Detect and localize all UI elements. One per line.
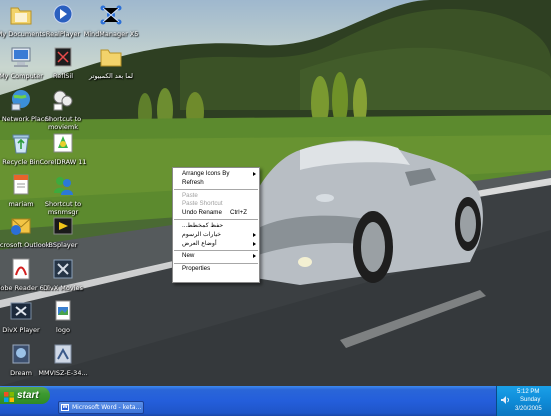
start-button-label: start (17, 390, 39, 401)
menu-item-paste-shortcut[interactable]: Paste Shortcut (173, 200, 259, 209)
menu-item-label: Paste (182, 191, 198, 199)
menu-item-drawing-options[interactable]: خيارات الرسوم (173, 231, 259, 240)
moviemaker-icon (50, 87, 76, 113)
word-icon: W (61, 404, 69, 411)
taskbar-button-microsoft-word[interactable]: W Microsoft Word - keta... (58, 401, 144, 414)
desktop-icon-label: لما بعد الكمبيوتر (88, 72, 134, 80)
divx-player-icon (8, 298, 34, 324)
submenu-arrow-icon (253, 254, 256, 259)
adobe-reader-icon (8, 256, 34, 282)
menu-item-label: أوضاع العرض (182, 239, 217, 247)
recycle-bin-icon (8, 130, 34, 156)
menu-item-label: خيارات الرسوم (182, 230, 222, 238)
menu-item-label: ...حفظ كمخطط (182, 221, 224, 229)
mindmanager-icon (98, 2, 124, 28)
desktop-icon-shortcut-msnmsgr[interactable]: Shortcut to msnmsgr (32, 172, 94, 216)
submenu-arrow-icon (253, 172, 256, 176)
desktop-icon-coreldraw[interactable]: CorelDRAW 11 (32, 130, 94, 166)
menu-item-shortcut: Ctrl+Z (229, 209, 247, 217)
submenu-arrow-icon (253, 232, 256, 237)
menu-item-label: New (182, 252, 195, 260)
menu-item-arrange-icons-by[interactable]: Arrange Icons By (173, 170, 259, 179)
menu-item-label: Arrange Icons By (182, 170, 230, 177)
document-icon (8, 172, 34, 198)
desktop-icon-divx-movies[interactable]: DivX Movies (32, 256, 94, 292)
desktop-icon-mmvisz[interactable]: MMVISZ-E-34... (32, 341, 94, 377)
submenu-arrow-icon (253, 241, 256, 246)
menu-separator (174, 219, 258, 221)
divx-icon (50, 256, 76, 282)
menu-separator (174, 189, 258, 191)
desktop-icon-logo[interactable]: logo (32, 298, 94, 334)
desktop[interactable]: My Documents My Computer My Network Plac… (0, 0, 551, 386)
desktop-icon-label: MMVISZ-E-34... (38, 369, 88, 377)
desktop-icon-label: DivX Movies (43, 284, 83, 292)
network-icon (8, 87, 34, 113)
shortcut-icon (50, 341, 76, 367)
volume-icon[interactable] (501, 389, 510, 404)
menu-item-label: Properties (182, 265, 211, 273)
menu-item-label: Undo Rename (182, 209, 222, 217)
menu-item-undo-rename[interactable]: Undo Rename Ctrl+Z (173, 209, 259, 218)
start-button[interactable]: start (0, 387, 50, 404)
refsil-icon (50, 44, 76, 70)
menu-separator (174, 249, 258, 251)
menu-item-new[interactable]: New (173, 252, 259, 261)
desktop-icon-label: logo (56, 326, 70, 334)
computer-icon (8, 44, 34, 70)
tray-clock-day: Sunday (520, 397, 541, 403)
desktop-icon-label: MindManager X5 (83, 30, 139, 38)
coreldraw-icon (50, 130, 76, 156)
system-tray: 5:12 PM Sunday 3/20/2005 (496, 386, 551, 416)
desktop-icon-label: CorelDRAW 11 (39, 158, 87, 166)
menu-item-refresh[interactable]: Refresh (173, 179, 259, 188)
menu-separator (174, 262, 258, 264)
bsplayer-icon (50, 213, 76, 239)
dream-icon (8, 341, 34, 367)
taskbar-button-label: Microsoft Word - keta... (72, 404, 142, 411)
desktop-icon-arabic-folder[interactable]: لما بعد الكمبيوتر (80, 44, 142, 80)
folder-documents-icon (8, 2, 34, 28)
outlook-icon (8, 213, 34, 239)
desktop-icon-label: BSplayer (48, 241, 78, 249)
desktop-icon-bsplayer[interactable]: BSplayer (32, 213, 94, 249)
tray-clock-time[interactable]: 5:12 PM (517, 389, 539, 396)
menu-item-label: Paste Shortcut (182, 200, 223, 208)
desktop-context-menu: Arrange Icons By Refresh Paste Paste Sho… (172, 167, 260, 283)
desktop-icon-mindmanager[interactable]: MindManager X5 (80, 2, 142, 38)
msn-icon (50, 172, 76, 198)
menu-item-save-layout[interactable]: ...حفظ كمخطط (173, 222, 259, 231)
folder-icon (98, 44, 124, 70)
tray-clock-date: 3/20/2005 (515, 406, 542, 412)
windows-logo-icon (4, 391, 14, 402)
menu-item-paste[interactable]: Paste (173, 192, 259, 201)
menu-item-properties[interactable]: Properties (173, 265, 259, 274)
realplayer-icon (50, 2, 76, 28)
desktop-icon-label: Shortcut to moviemk (44, 115, 82, 131)
image-file-icon (50, 298, 76, 324)
menu-item-display-modes[interactable]: أوضاع العرض (173, 240, 259, 249)
menu-item-label: Refresh (182, 178, 204, 186)
desktop-icon-shortcut-moviemk[interactable]: Shortcut to moviemk (32, 87, 94, 131)
